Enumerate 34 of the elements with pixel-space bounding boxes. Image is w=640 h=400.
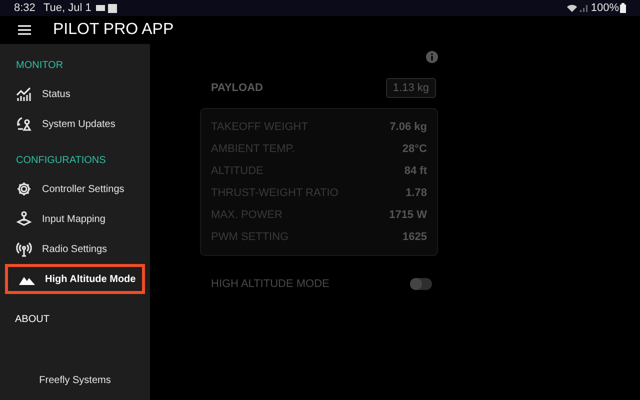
nav-item[interactable]: System Updates (5, 109, 145, 139)
toggle-switch[interactable] (410, 278, 432, 290)
wifi-icon (566, 4, 577, 12)
battery-percent: 100% (590, 0, 619, 16)
high-altitude-label: HIGH ALTITUDE MODE (211, 277, 330, 292)
stat-value: 84 ft (404, 164, 427, 179)
update-icon (16, 116, 32, 132)
nav-item[interactable]: Input Mapping (5, 204, 145, 234)
stat-value: 7.06 kg (390, 120, 427, 135)
section-heading: CONFIGURATIONS (15, 154, 107, 168)
battery-icon (620, 3, 626, 13)
nav-item[interactable]: High Altitude Mode (5, 264, 145, 294)
joystick-icon (16, 211, 32, 227)
menu-icon[interactable] (18, 25, 31, 35)
app-title: PILOT PRO APP (53, 20, 174, 40)
status-time: 8:32 (14, 0, 36, 16)
payload-label: PAYLOAD (211, 80, 263, 96)
section-heading: MONITOR (15, 59, 64, 73)
stat-value: 1625 (402, 230, 427, 245)
stat-value: 1.78 (406, 186, 427, 201)
nav-item[interactable]: Status (5, 79, 145, 109)
antenna-icon (16, 241, 32, 257)
info-icon[interactable] (426, 51, 438, 63)
notification-icons (96, 4, 118, 12)
chart-icon (16, 86, 32, 102)
stat-value: 28°C (402, 142, 427, 157)
nav-item[interactable]: Radio Settings (5, 234, 145, 264)
stat-value: 1715 W (389, 208, 427, 223)
signal-icon (580, 4, 588, 12)
gear-icon (16, 181, 32, 197)
nav-item[interactable]: Controller Settings (5, 174, 145, 204)
status-date: Tue, Jul 1 (43, 0, 92, 16)
about-link[interactable]: ABOUT (0, 312, 150, 327)
footer-text: Freefly Systems (39, 374, 111, 388)
